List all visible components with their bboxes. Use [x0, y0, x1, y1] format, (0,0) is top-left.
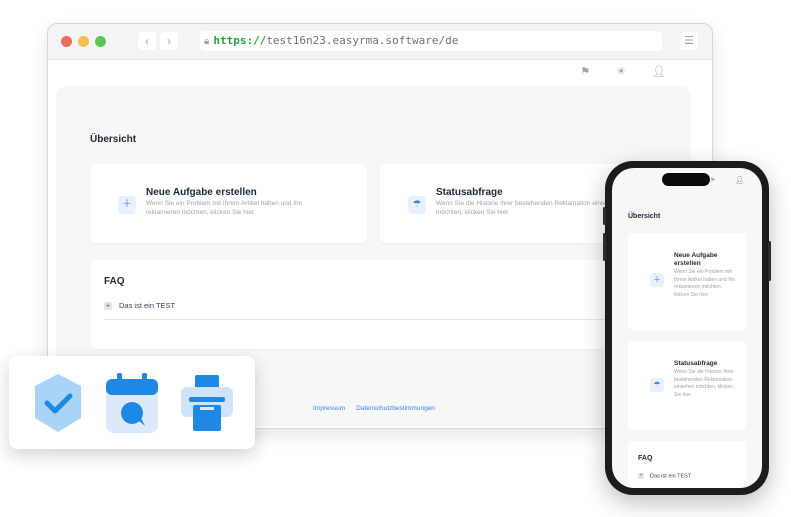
new-task-desc: Wenn Sie ein Problem mit Ihrem Artikel h…	[146, 200, 303, 216]
phone-mockup: ⚑ 👤︎ Übersicht ＋ Neue Aufgabe erstellen …	[603, 161, 771, 495]
header-icons: ⚑ ☀ 👤︎	[580, 65, 666, 78]
plus-box-icon: ＋	[118, 196, 136, 214]
expand-plus-icon: +	[638, 473, 644, 479]
faq-title: FAQ	[104, 276, 125, 287]
flag-icon[interactable]: ⚑	[580, 65, 590, 78]
url-text: test16n23.easyrma.software/de	[266, 34, 459, 47]
phone-new-task-title: Neue Aufgabe erstellen	[674, 252, 718, 267]
phone-faq-item-label: Das ist ein TEST	[650, 473, 692, 480]
impressum-link[interactable]: Impressum	[313, 405, 345, 412]
shield-check-icon	[35, 374, 81, 432]
phone-status-desc: Wenn Sie die Historie Ihrer bestehenden …	[674, 369, 734, 398]
sun-icon[interactable]: ☀	[616, 65, 626, 78]
browser-toolbar: ‹ › 🔒︎ https://test16n23.easyrma.software…	[48, 24, 712, 60]
close-dot[interactable]	[61, 36, 72, 47]
phone-status-title: Statusabfrage	[674, 360, 718, 367]
address-bar[interactable]: 🔒︎ https://test16n23.easyrma.software/de	[200, 31, 662, 51]
url-protocol: https://	[213, 34, 267, 47]
lock-icon: 🔒︎	[204, 36, 210, 47]
back-arrow-icon[interactable]: ‹	[138, 32, 156, 50]
phone-faq-title: FAQ	[638, 455, 653, 462]
phone-new-task-desc: Wenn Sie ein Problem mit Ihrem Artikel h…	[674, 269, 736, 298]
page-title: Übersicht	[90, 134, 137, 145]
forward-arrow-icon[interactable]: ›	[160, 32, 178, 50]
status-title: Statusabfrage	[436, 187, 503, 198]
phone-screen: ⚑ 👤︎ Übersicht ＋ Neue Aufgabe erstellen …	[612, 168, 762, 488]
calendar-chat-icon	[106, 373, 158, 433]
feature-icons-tile	[9, 356, 255, 449]
phone-flag-icon: ⚑	[710, 178, 716, 184]
phone-faq-item[interactable]: + Das ist ein TEST	[638, 473, 691, 479]
phone-page-title: Übersicht	[628, 213, 661, 220]
new-task-card[interactable]: ＋ Neue Aufgabe erstellen Wenn Sie ein Pr…	[90, 164, 367, 243]
maximize-dot[interactable]	[95, 36, 106, 47]
phone-notch	[662, 173, 710, 186]
user-icon[interactable]: 👤︎	[652, 65, 666, 78]
minimize-dot[interactable]	[78, 36, 89, 47]
phone-user-icon[interactable]: 👤︎	[735, 176, 744, 184]
footer-links: Impressum Datenschutzbestimmungen	[313, 405, 435, 412]
faq-card: FAQ + Das ist ein TEST	[90, 260, 657, 349]
expand-plus-icon: +	[104, 301, 112, 311]
faq-item[interactable]: + Das ist ein TEST	[104, 301, 624, 320]
phone-button	[603, 207, 606, 225]
printer-icon	[181, 375, 233, 431]
umbrella-icon: ☂	[650, 378, 664, 392]
privacy-link[interactable]: Datenschutzbestimmungen	[356, 405, 435, 412]
umbrella-icon: ☂	[408, 196, 426, 214]
phone-status-card[interactable]: ☂ Statusabfrage Wenn Sie die Historie Ih…	[628, 341, 746, 430]
plus-box-icon: ＋	[650, 273, 664, 287]
new-task-title: Neue Aufgabe erstellen	[146, 187, 257, 198]
phone-button	[603, 233, 606, 261]
settings-sliders-icon[interactable]: ☰	[680, 32, 698, 50]
phone-faq-card: FAQ + Das ist ein TEST	[628, 441, 746, 488]
phone-button	[768, 241, 771, 281]
phone-new-task-card[interactable]: ＋ Neue Aufgabe erstellen Wenn Sie ein Pr…	[628, 233, 746, 330]
faq-item-label: Das ist ein TEST	[119, 301, 176, 310]
